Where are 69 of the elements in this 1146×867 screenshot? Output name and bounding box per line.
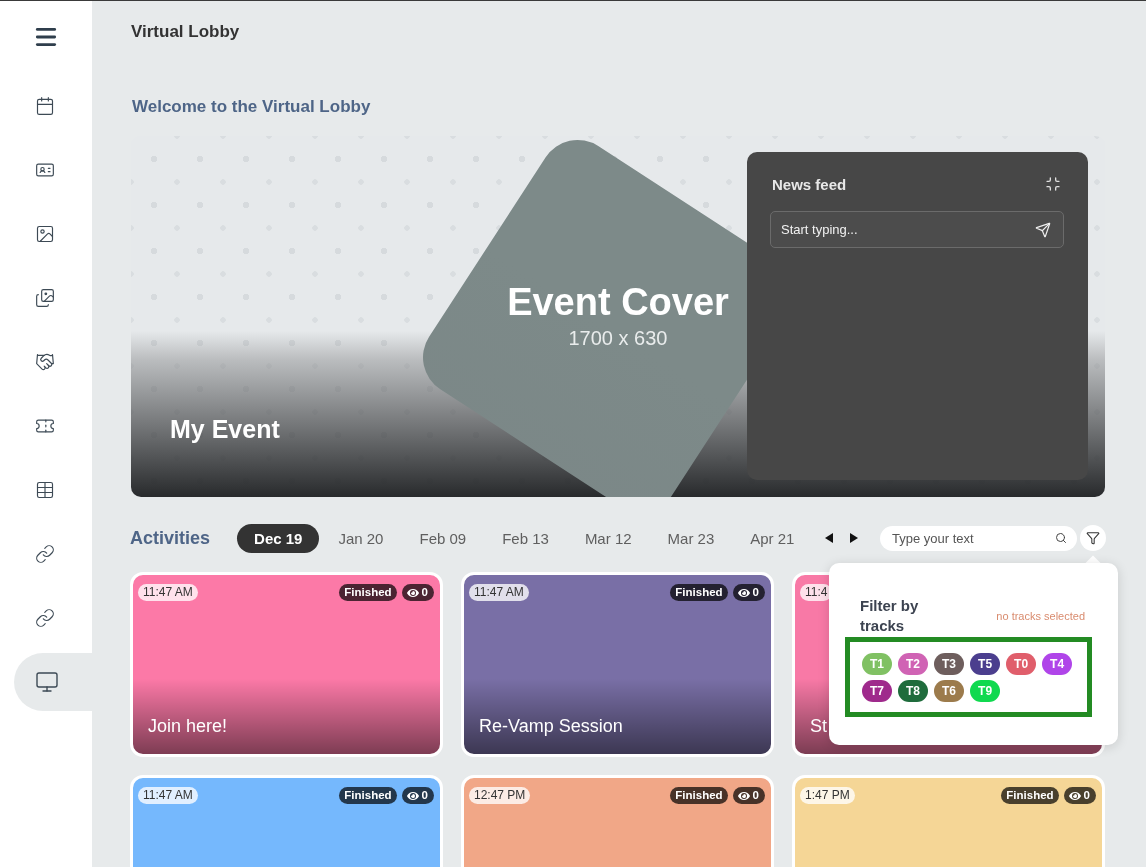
send-icon[interactable] [1035,221,1051,238]
time-label: 11:47 AM [469,584,529,601]
time-label: 12:47 PM [469,787,531,804]
track-tag[interactable]: T8 [898,680,929,702]
views-count: 0 [1083,788,1090,803]
status-badge: Finished [339,787,397,804]
card-title: Join here! [147,715,229,738]
date-tab[interactable]: Jan 20 [321,523,401,553]
activity-card[interactable]: 12:47 PM Finished 0 [461,775,774,867]
cover-size: 1700 x 630 [568,326,668,350]
activity-card[interactable]: 11:47 AM Finished 0 Re-Vamp Session [461,572,774,757]
eye-icon [737,789,750,802]
search-icon [1055,532,1067,544]
time-label: 11:47 AM [138,584,198,601]
track-tag[interactable]: T5 [970,653,1001,675]
images-icon [35,288,55,308]
link-icon [35,544,55,564]
activity-card[interactable]: 1:47 PM Finished 0 [792,775,1105,867]
status-badge: Finished [339,584,397,601]
image-icon [35,224,55,244]
card-title: St [809,715,828,738]
eye-icon [737,586,750,599]
status-badge: Finished [670,584,728,601]
welcome-heading: Welcome to the Virtual Lobby [132,96,372,118]
link-icon [35,608,55,628]
date-tab[interactable]: Dec 19 [237,523,320,553]
track-tag[interactable]: T6 [934,680,965,702]
date-tab[interactable]: Feb 13 [485,523,566,553]
page-title: Virtual Lobby [131,21,241,43]
date-tab[interactable]: Feb 09 [402,523,484,553]
filter-icon [1086,531,1100,545]
activities-heading: Activities [130,527,211,549]
views-count: 0 [752,788,759,803]
track-tag[interactable]: T7 [862,680,892,702]
event-name: My Event [170,414,280,444]
status-badge: Finished [670,787,728,804]
time-label: 11:47 AM [138,787,198,804]
message-input[interactable]: Start typing... [770,211,1064,248]
selection-status: no tracks selected [996,610,1085,622]
minimize-icon[interactable] [1045,176,1061,192]
search-input[interactable]: Type your text [880,525,1077,551]
popup-title: Filter by tracks [860,596,920,636]
date-tab[interactable]: Apr 21 [733,523,812,553]
track-tag[interactable]: T2 [898,653,929,675]
activity-card[interactable]: 11:47 AM Finished 0 [130,775,443,867]
status-badge: Finished [1001,787,1059,804]
track-tag[interactable]: T3 [934,653,965,675]
views-count: 0 [752,585,759,600]
track-tag[interactable]: T4 [1042,653,1073,675]
date-tab[interactable]: Mar 12 [567,523,649,553]
eye-icon [1068,789,1081,802]
activity-card[interactable]: 11:47 AM Finished 0 Join here! [130,572,443,757]
date-tab[interactable]: Mar 23 [650,523,732,553]
views-count: 0 [421,585,428,600]
eye-icon [406,789,419,802]
monitor-icon [35,670,59,694]
calendar-icon [35,96,55,116]
time-label: 1:47 PM [800,787,855,804]
eye-icon [406,586,419,599]
track-tag[interactable]: T0 [1006,653,1037,675]
views-count: 0 [421,788,428,803]
filter-button[interactable] [1080,525,1106,551]
caret-right-icon [850,533,859,543]
handshake-icon [35,352,55,372]
caret-left-icon [825,533,834,543]
cover-title: Event Cover [507,280,729,324]
table-icon [35,480,55,500]
card-title: Re-Vamp Session [478,715,624,738]
news-feed-title: News feed [772,175,847,193]
